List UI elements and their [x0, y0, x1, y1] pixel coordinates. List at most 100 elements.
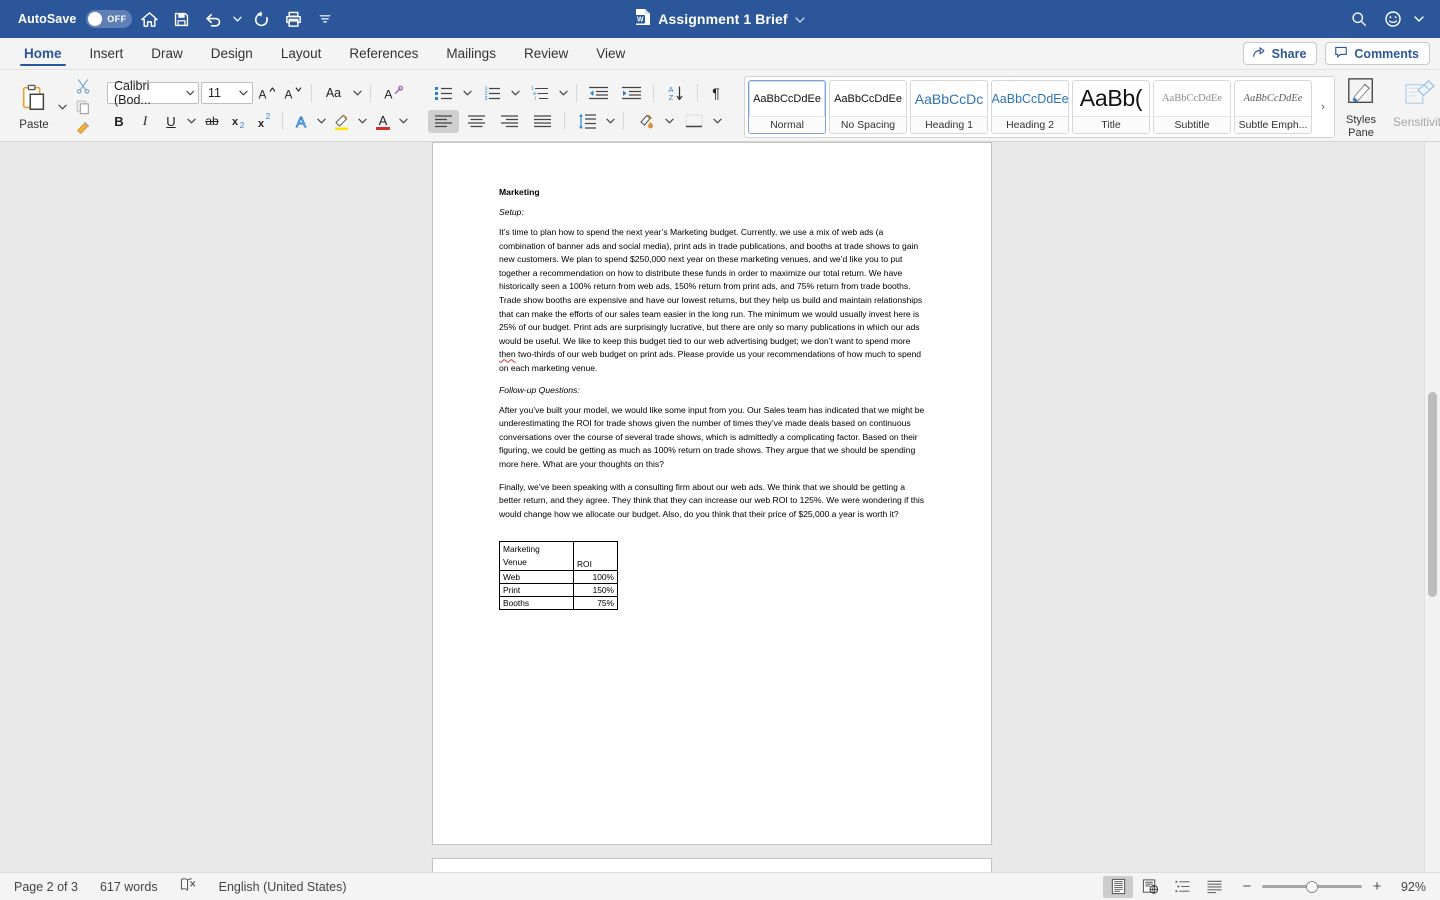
style-title[interactable]: AaBb( Title: [1072, 80, 1150, 134]
paste-button[interactable]: Paste: [12, 83, 56, 131]
line-spacing-chevron-down-icon[interactable]: [604, 110, 617, 133]
align-center-icon[interactable]: [461, 110, 492, 133]
highlight-chevron-down-icon[interactable]: [356, 110, 369, 133]
title-chevron-down-icon[interactable]: [795, 10, 805, 28]
strikethrough-button[interactable]: ab: [200, 110, 224, 133]
line-spacing-icon[interactable]: [571, 110, 602, 133]
cut-icon[interactable]: [71, 76, 95, 96]
account-chevron-down-icon[interactable]: [1412, 16, 1426, 22]
style-heading-1[interactable]: AaBbCcDc Heading 1: [910, 80, 988, 134]
style-subtle-emphasis[interactable]: AaBbCcDdEe Subtle Emph...: [1234, 80, 1312, 134]
subscript-button[interactable]: x2: [226, 110, 250, 133]
shading-icon[interactable]: [630, 110, 661, 133]
comments-button[interactable]: Comments: [1325, 42, 1430, 65]
grow-font-icon[interactable]: A: [255, 82, 279, 105]
vertical-scrollbar-thumb[interactable]: [1428, 392, 1437, 597]
text-effects-button[interactable]: A: [289, 110, 313, 133]
web-layout-view-button[interactable]: [1135, 876, 1165, 898]
increase-indent-icon[interactable]: [616, 82, 647, 105]
align-left-icon[interactable]: [428, 109, 459, 133]
justify-icon[interactable]: [527, 110, 558, 133]
zoom-in-button[interactable]: +: [1371, 878, 1383, 895]
format-painter-icon[interactable]: [71, 118, 95, 138]
print-icon[interactable]: [278, 4, 308, 34]
underline-button[interactable]: U: [159, 110, 183, 133]
roi-table[interactable]: Marketing Venue ROI Web 100% Print 150% …: [499, 541, 618, 611]
page-content[interactable]: Marketing Setup: It’s time to plan how t…: [499, 187, 927, 611]
underline-chevron-down-icon[interactable]: [185, 110, 198, 133]
bold-button[interactable]: B: [107, 110, 131, 133]
bullet-list-icon[interactable]: [428, 82, 459, 105]
tab-design[interactable]: Design: [197, 38, 267, 69]
change-case-chevron-down-icon[interactable]: [351, 82, 364, 105]
zoom-percentage[interactable]: 92%: [1392, 880, 1426, 894]
document-page-3[interactable]: [432, 858, 992, 872]
tab-view[interactable]: View: [582, 38, 639, 69]
align-right-icon[interactable]: [494, 110, 525, 133]
language-indicator[interactable]: English (United States): [219, 880, 347, 894]
tab-review[interactable]: Review: [510, 38, 582, 69]
zoom-slider-thumb[interactable]: [1306, 880, 1318, 893]
borders-icon[interactable]: [678, 110, 709, 133]
multilevel-list-chevron-down-icon[interactable]: [557, 82, 570, 105]
page-indicator[interactable]: Page 2 of 3: [14, 880, 78, 894]
home-icon[interactable]: [134, 4, 164, 34]
italic-button[interactable]: I: [133, 110, 157, 133]
font-name-combobox[interactable]: Calibri (Bod...: [107, 79, 199, 107]
proofing-errors-icon[interactable]: [180, 877, 197, 897]
word-count[interactable]: 617 words: [100, 880, 158, 894]
clear-formatting-icon[interactable]: A: [377, 82, 408, 105]
show-formatting-marks-button[interactable]: ¶: [704, 82, 728, 105]
tab-insert[interactable]: Insert: [76, 38, 138, 69]
style-heading-2[interactable]: AaBbCcDdEe Heading 2: [991, 80, 1069, 134]
undo-icon[interactable]: [198, 4, 228, 34]
font-color-button[interactable]: A: [371, 110, 395, 133]
font-color-chevron-down-icon[interactable]: [397, 110, 410, 133]
tab-layout[interactable]: Layout: [267, 38, 336, 69]
styles-pane-button[interactable]: Styles Pane: [1335, 75, 1387, 139]
tab-home[interactable]: Home: [10, 38, 76, 69]
search-icon[interactable]: [1344, 4, 1374, 34]
tab-references[interactable]: References: [335, 38, 432, 69]
multilevel-list-icon[interactable]: 1ai: [524, 82, 555, 105]
borders-chevron-down-icon[interactable]: [711, 110, 724, 133]
superscript-button[interactable]: x2: [252, 110, 276, 133]
redo-icon[interactable]: [246, 4, 276, 34]
document-page-2[interactable]: Marketing Setup: It’s time to plan how t…: [432, 142, 992, 845]
sort-icon[interactable]: AZ: [660, 82, 691, 105]
styles-gallery-more-icon[interactable]: ›: [1315, 80, 1331, 134]
paste-options-caret-icon[interactable]: [56, 96, 69, 119]
undo-dropdown-caret-icon[interactable]: [230, 16, 244, 22]
zoom-slider[interactable]: [1262, 880, 1362, 894]
decrease-indent-icon[interactable]: [583, 82, 614, 105]
save-icon[interactable]: [166, 4, 196, 34]
tab-draw[interactable]: Draw: [137, 38, 197, 69]
misspelled-word[interactable]: then: [499, 349, 516, 359]
text-effects-chevron-down-icon[interactable]: [315, 110, 328, 133]
font-size-combobox[interactable]: 11: [201, 82, 253, 104]
print-layout-view-button[interactable]: [1103, 875, 1133, 898]
numbered-list-icon[interactable]: 123: [476, 82, 507, 105]
style-no-spacing[interactable]: AaBbCcDdEe No Spacing: [829, 80, 907, 134]
change-case-button[interactable]: Aa: [318, 82, 349, 105]
style-normal[interactable]: AaBbCcDdEe Normal: [748, 80, 826, 134]
highlight-icon[interactable]: [330, 110, 354, 133]
sensitivity-button[interactable]: Sensitivity: [1393, 73, 1440, 141]
shrink-font-icon[interactable]: A: [281, 82, 305, 105]
copy-icon[interactable]: [71, 97, 95, 117]
style-subtitle[interactable]: AaBbCcDdEe Subtitle: [1153, 80, 1231, 134]
draft-view-button[interactable]: [1199, 876, 1229, 898]
tab-mailings[interactable]: Mailings: [432, 38, 510, 69]
account-icon[interactable]: [1378, 4, 1408, 34]
autosave-toggle[interactable]: OFF: [86, 10, 133, 28]
vertical-scrollbar[interactable]: [1424, 142, 1440, 872]
numbered-list-chevron-down-icon[interactable]: [509, 82, 522, 105]
zoom-out-button[interactable]: −: [1241, 878, 1253, 895]
outline-view-button[interactable]: [1167, 876, 1197, 898]
customize-toolbar-icon[interactable]: [310, 4, 340, 34]
document-title[interactable]: Assignment 1 Brief: [658, 11, 787, 27]
share-button[interactable]: Share: [1242, 42, 1318, 65]
shading-chevron-down-icon[interactable]: [663, 110, 676, 133]
bullet-list-chevron-down-icon[interactable]: [461, 82, 474, 105]
document-canvas[interactable]: Marketing Setup: It’s time to plan how t…: [0, 142, 1440, 872]
